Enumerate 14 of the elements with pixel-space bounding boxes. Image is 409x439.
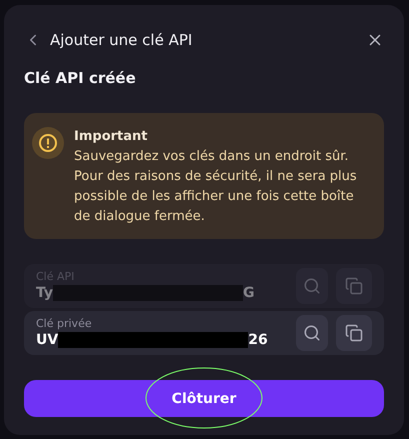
key-value-end: 26 <box>248 332 268 348</box>
dialog-title: Ajouter une clé API <box>50 31 194 50</box>
section-title: Clé API créée <box>24 69 137 88</box>
key-value-start: UV <box>36 332 58 348</box>
search-icon[interactable] <box>296 315 328 352</box>
key-value-start: Ty <box>36 285 54 302</box>
copy-icon[interactable] <box>336 315 372 352</box>
field-label: Clé privée <box>36 317 93 332</box>
key-field[interactable]: Clé privée UV 26 <box>24 311 384 356</box>
warning-title: Important <box>74 128 148 146</box>
warning-text: Sauvegardez vos clés dans un endroit sûr. Pour des raisons de sécurité, il ne sera plus possible de les afficher une fois cette boîte de dialogue fermée. <box>74 148 358 226</box>
close-button[interactable]: Clôturer <box>24 380 384 417</box>
warning-icon <box>32 127 64 160</box>
key-value-end: G <box>243 285 255 302</box>
